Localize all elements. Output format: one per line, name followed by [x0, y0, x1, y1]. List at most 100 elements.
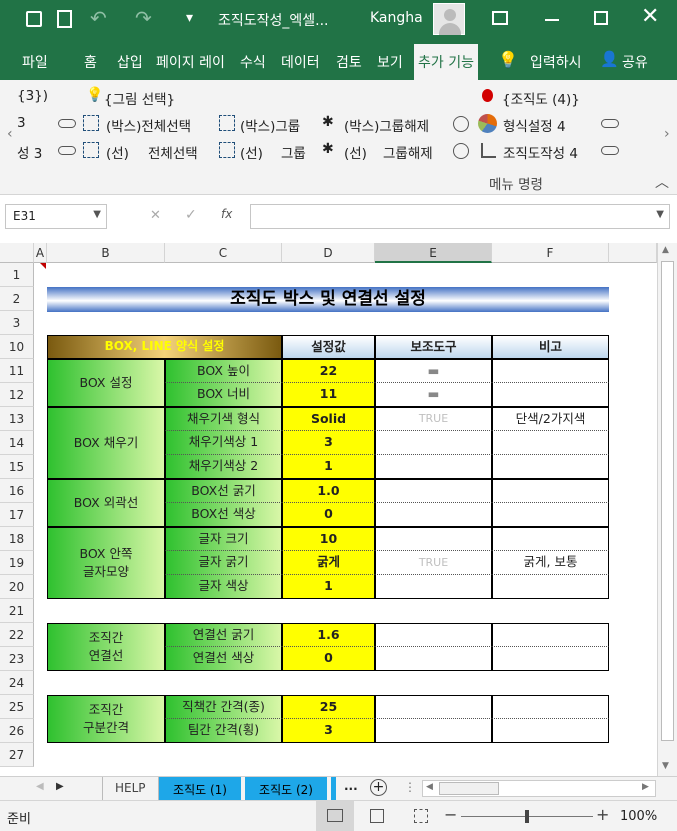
- setting-value[interactable]: 25: [282, 695, 375, 719]
- tab-view[interactable]: 보기: [377, 52, 403, 72]
- add-sheet-icon[interactable]: +: [370, 779, 387, 796]
- tab-add-ins[interactable]: 추가 기능: [414, 44, 478, 80]
- column-header[interactable]: B: [47, 243, 165, 263]
- line-select-all-label[interactable]: 전체선택: [148, 142, 198, 162]
- print-preview-icon[interactable]: [57, 10, 72, 28]
- helper-tool[interactable]: [375, 527, 492, 551]
- more-sheets-button[interactable]: ...: [344, 779, 358, 793]
- line-ungroup-button[interactable]: (선): [344, 142, 367, 162]
- sheet-nav-left-icon[interactable]: ◀: [36, 781, 44, 792]
- row-header[interactable]: 11: [0, 359, 34, 383]
- line-group-button[interactable]: (선): [240, 142, 263, 162]
- horizontal-scrollbar[interactable]: ◀ ▶: [422, 780, 656, 797]
- group-label[interactable]: 조직간 구분간격: [47, 695, 165, 743]
- row-header[interactable]: 22: [0, 623, 34, 647]
- row-header[interactable]: 1: [0, 263, 34, 287]
- helper-tool[interactable]: [375, 455, 492, 479]
- row-header[interactable]: 26: [0, 719, 34, 743]
- setting-name[interactable]: 글자 색상: [165, 575, 282, 599]
- formula-input[interactable]: ▼: [250, 204, 670, 229]
- note-cell[interactable]: 굵게, 보통: [492, 551, 609, 575]
- row-header[interactable]: 25: [0, 695, 34, 719]
- setting-name[interactable]: BOX선 색상: [165, 503, 282, 527]
- share-button[interactable]: 공유: [622, 52, 648, 72]
- setting-name[interactable]: 채우기색상 2: [165, 455, 282, 479]
- helper-tool[interactable]: [375, 647, 492, 671]
- setting-name[interactable]: 팀간 간격(횡): [165, 719, 282, 743]
- close-icon[interactable]: ✕: [641, 4, 659, 29]
- scroll-right-icon[interactable]: ›: [664, 126, 670, 142]
- setting-name[interactable]: 글자 크기: [165, 527, 282, 551]
- redo-icon[interactable]: ↷: [135, 6, 152, 30]
- scroll-left-icon[interactable]: ◀: [426, 782, 433, 792]
- setting-name[interactable]: BOX 너비: [165, 383, 282, 407]
- row-header[interactable]: 16: [0, 479, 34, 503]
- tell-me-input[interactable]: 입력하시: [530, 52, 580, 72]
- helper-tool[interactable]: ▬: [375, 359, 492, 383]
- org-chart-button[interactable]: {조직도 (4)}: [502, 88, 580, 108]
- zoom-level[interactable]: 100%: [620, 809, 657, 824]
- row-header[interactable]: 21: [0, 599, 34, 623]
- sheet-tab-org2[interactable]: 조직도 (2): [245, 777, 327, 800]
- row-header[interactable]: 24: [0, 671, 34, 695]
- tab-formulas[interactable]: 수식: [240, 52, 266, 72]
- note-cell[interactable]: [492, 383, 609, 407]
- table-header-tool[interactable]: 보조도구: [375, 335, 492, 359]
- scroll-right-icon[interactable]: ▶: [642, 782, 649, 792]
- note-cell[interactable]: [492, 431, 609, 455]
- table-header-note[interactable]: 비고: [492, 335, 609, 359]
- row-header[interactable]: 3: [0, 311, 34, 335]
- helper-tool[interactable]: TRUE: [375, 407, 492, 431]
- row-header[interactable]: 19: [0, 551, 34, 575]
- page-break-view-icon[interactable]: [414, 809, 428, 823]
- row-header[interactable]: 20: [0, 575, 34, 599]
- scroll-left-icon[interactable]: ‹: [7, 126, 13, 142]
- tab-split-icon[interactable]: ⋮: [404, 780, 416, 794]
- helper-tool[interactable]: [375, 623, 492, 647]
- table-header-label[interactable]: BOX, LINE 양식 설정: [47, 335, 282, 359]
- note-cell[interactable]: [492, 647, 609, 671]
- sheet-title[interactable]: 조직도 박스 및 연결선 설정: [47, 287, 609, 312]
- ribbon-item[interactable]: 3: [17, 115, 26, 131]
- row-header[interactable]: 27: [0, 743, 34, 767]
- sheet-tab-help[interactable]: HELP: [102, 777, 159, 800]
- save-icon[interactable]: [26, 11, 42, 27]
- setting-name[interactable]: 글자 굵기: [165, 551, 282, 575]
- setting-name[interactable]: 채우기색상 1: [165, 431, 282, 455]
- tab-home[interactable]: 홈: [84, 52, 97, 72]
- note-cell[interactable]: [492, 455, 609, 479]
- zoom-in-icon[interactable]: +: [596, 805, 609, 824]
- column-header[interactable]: F: [492, 243, 609, 263]
- row-header[interactable]: 17: [0, 503, 34, 527]
- setting-value[interactable]: 22: [282, 359, 375, 383]
- setting-value[interactable]: Solid: [282, 407, 375, 431]
- tab-page-layout[interactable]: 페이지 레이: [156, 52, 234, 72]
- setting-name[interactable]: 직책간 간격(종): [165, 695, 282, 719]
- customize-qat-icon[interactable]: ▾: [186, 10, 193, 26]
- helper-tool[interactable]: [375, 503, 492, 527]
- scroll-up-icon[interactable]: ▲: [662, 245, 669, 255]
- note-cell[interactable]: [492, 527, 609, 551]
- setting-name[interactable]: 연결선 굵기: [165, 623, 282, 647]
- helper-tool[interactable]: ▬: [375, 383, 492, 407]
- ribbon-display-icon[interactable]: [492, 11, 508, 25]
- note-cell[interactable]: [492, 575, 609, 599]
- row-header[interactable]: 12: [0, 383, 34, 407]
- note-cell[interactable]: 단색/2가지색: [492, 407, 609, 431]
- setting-value[interactable]: 1: [282, 575, 375, 599]
- row-header[interactable]: 2: [0, 287, 34, 311]
- column-header-blank[interactable]: [609, 243, 657, 263]
- row-header[interactable]: 14: [0, 431, 34, 455]
- setting-value[interactable]: 굵게: [282, 551, 375, 575]
- normal-view-icon[interactable]: [316, 801, 354, 831]
- line-ungroup-label[interactable]: 그룹해제: [383, 142, 433, 162]
- minimize-icon[interactable]: [545, 19, 559, 21]
- select-picture-button[interactable]: {그림 선택}: [104, 88, 175, 108]
- collapse-ribbon-icon[interactable]: ︿: [655, 172, 669, 192]
- helper-tool[interactable]: [375, 695, 492, 719]
- column-header[interactable]: A: [34, 243, 47, 263]
- setting-value[interactable]: 0: [282, 647, 375, 671]
- tab-review[interactable]: 검토: [336, 52, 362, 72]
- note-cell[interactable]: [492, 719, 609, 743]
- group-label[interactable]: 조직간 연결선: [47, 623, 165, 671]
